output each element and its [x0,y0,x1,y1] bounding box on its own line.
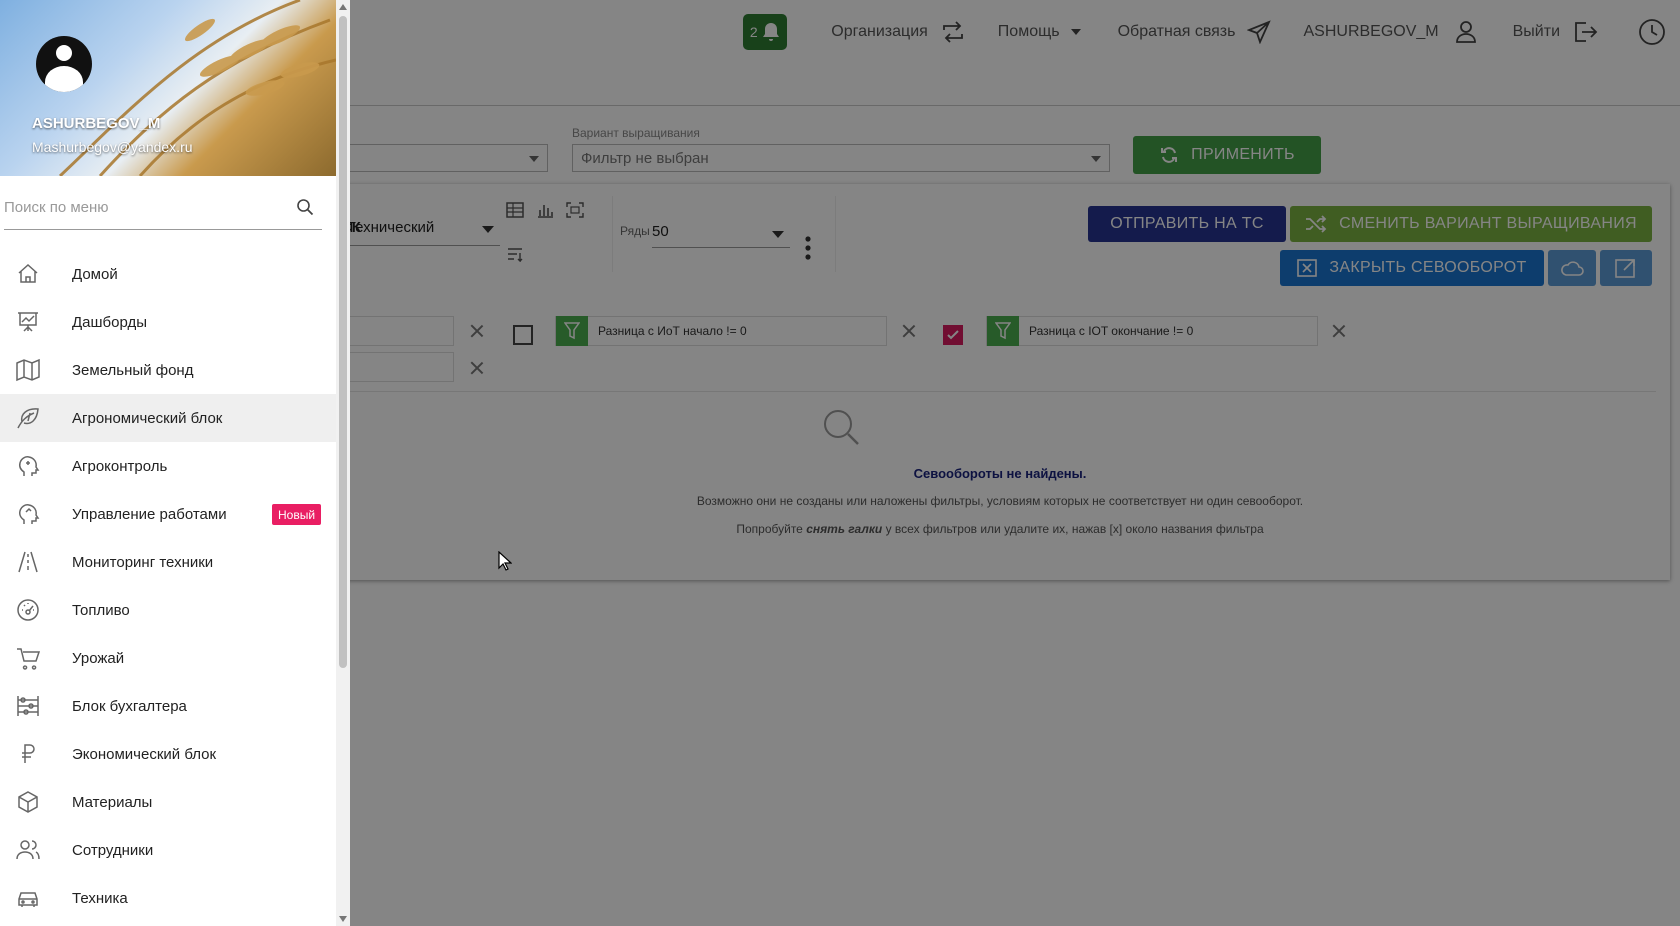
abacus-icon [16,694,40,718]
menu-item-home[interactable]: Домой [0,250,336,298]
gauge-icon [16,598,40,622]
menu-item-label: Техника [72,889,128,907]
menu-item-label: Материалы [72,793,153,811]
scroll-up-icon[interactable] [339,4,347,10]
menu-item-label: Дашборды [72,313,147,331]
menu-item-label: Земельный фонд [72,361,194,379]
menu-item-vehicle-monitoring[interactable]: Мониторинг техники [0,538,336,586]
menu-item-agronomy[interactable]: Агрономический блок [0,394,336,442]
drawer-user-email: Mashurbegov@yandex.ru [32,139,193,155]
menu-item-agrocontrol[interactable]: Агроконтроль [0,442,336,490]
search-icon[interactable] [296,198,314,216]
head-icon [16,454,40,478]
menu-item-label: Урожай [72,649,125,667]
users-icon [16,838,40,862]
avatar [36,36,92,92]
menu-item-land-fund[interactable]: Земельный фонд [0,346,336,394]
car-icon [16,886,40,910]
nav-drawer: ASHURBEGOV_M Mashurbegov@yandex.ru Домой… [0,0,350,926]
drawer-scrollbar[interactable] [336,0,350,926]
menu-item-label: Блок бухгалтера [72,697,187,715]
menu-item-work-management[interactable]: Управление работами Новый [0,490,336,538]
menu-item-label: Экономический блок [72,745,217,763]
drawer-header: ASHURBEGOV_M Mashurbegov@yandex.ru [0,0,336,176]
box-icon [16,790,40,814]
scroll-down-icon[interactable] [339,916,347,922]
menu-item-label: Управление работами [72,505,227,523]
cart-icon [16,646,41,670]
menu-item-label: Мониторинг техники [72,553,214,571]
menu-item-label: Агроконтроль [72,457,168,475]
menu-item-label: Агрономический блок [72,409,223,427]
nav-menu: Домой Дашборды Земельный фонд Агрономиче… [0,250,336,922]
scrollbar-thumb[interactable] [339,16,347,668]
road-icon [16,550,40,574]
menu-search [4,190,322,230]
new-badge: Новый [272,504,322,525]
drawer-user-name: ASHURBEGOV_M [32,115,161,132]
head-icon [16,502,40,526]
menu-search-input[interactable] [4,190,284,224]
mouse-cursor-icon [498,551,512,571]
menu-item-fuel[interactable]: Топливо [0,586,336,634]
menu-item-dashboards[interactable]: Дашборды [0,298,336,346]
ruble-icon [16,742,40,766]
menu-item-label: Топливо [72,601,130,619]
menu-item-label: Домой [72,265,118,283]
presentation-chart-icon [16,310,40,334]
menu-item-harvest[interactable]: Урожай [0,634,336,682]
map-icon [16,358,40,382]
menu-item-label: Сотрудники [72,841,154,859]
menu-item-economics[interactable]: Экономический блок [0,730,336,778]
menu-item-employees[interactable]: Сотрудники [0,826,336,874]
menu-item-vehicles[interactable]: Техника [0,874,336,922]
leaf-icon [16,406,40,430]
home-icon [16,262,40,286]
menu-item-accountant[interactable]: Блок бухгалтера [0,682,336,730]
menu-item-materials[interactable]: Материалы [0,778,336,826]
